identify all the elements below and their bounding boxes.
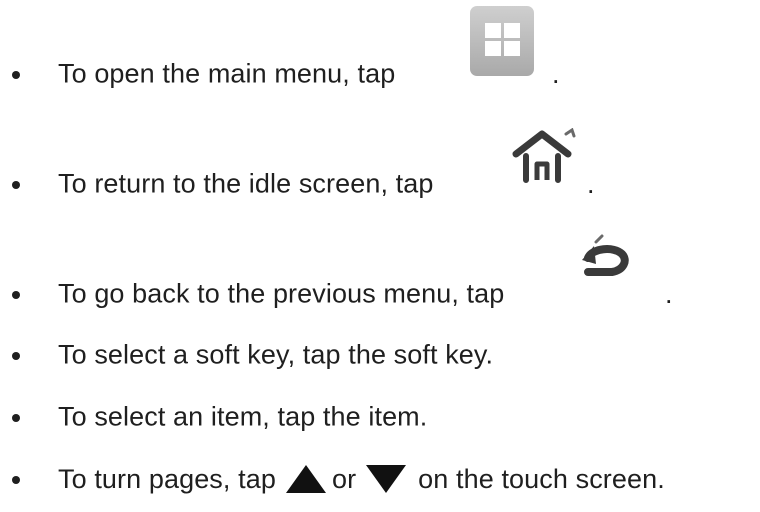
period: . bbox=[587, 169, 595, 199]
instruction-text: To open the main menu, tap bbox=[58, 58, 396, 89]
bullet bbox=[12, 476, 20, 484]
list-item-main-menu: To open the main menu, tap bbox=[0, 54, 760, 94]
list-item-idle-screen: To return to the idle screen, tap bbox=[0, 164, 760, 204]
bullet bbox=[12, 414, 20, 422]
text-middle: or bbox=[331, 463, 357, 494]
list-item-soft-key: To select a soft key, tap the soft key. bbox=[0, 335, 760, 375]
text-before: To turn pages, tap bbox=[58, 463, 276, 494]
up-triangle-icon bbox=[285, 465, 326, 493]
bullet bbox=[12, 352, 20, 360]
instruction-text: To turn pages, tap or on the touch scree… bbox=[58, 463, 665, 495]
instruction-text: To select a soft key, tap the soft key. bbox=[58, 339, 494, 370]
period: . bbox=[665, 279, 673, 309]
list-item-turn-pages: To turn pages, tap or on the touch scree… bbox=[0, 459, 760, 499]
period: . bbox=[552, 59, 560, 89]
bullet bbox=[12, 181, 20, 189]
instruction-text: To go back to the previous menu, tap bbox=[58, 278, 505, 309]
bullet bbox=[12, 71, 20, 79]
home-icon bbox=[512, 128, 576, 183]
text-after: on the touch screen. bbox=[418, 463, 665, 494]
list-item-previous-menu: To go back to the previous menu, tap bbox=[0, 274, 760, 314]
instruction-text: To select an item, tap the item. bbox=[58, 401, 428, 432]
main-menu-grid-icon bbox=[470, 6, 534, 76]
list-item-select-item: To select an item, tap the item. bbox=[0, 397, 760, 437]
down-triangle-icon bbox=[366, 465, 407, 493]
back-arrow-icon bbox=[582, 234, 629, 276]
instruction-text: To return to the idle screen, tap bbox=[58, 168, 434, 199]
bullet bbox=[12, 291, 20, 299]
